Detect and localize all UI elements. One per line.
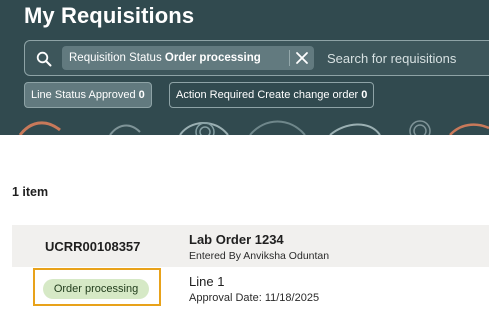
search-input[interactable] — [327, 49, 489, 67]
page-header: My Requisitions Requisition Status Order… — [0, 0, 489, 135]
quick-filter-count: 0 — [361, 89, 368, 101]
quick-filter-action-required[interactable]: Action Required Create change order 0 — [169, 82, 375, 108]
requisition-title[interactable]: Lab Order 1234 — [189, 232, 284, 247]
header-decoration — [18, 120, 489, 135]
approval-date: Approval Date: 11/18/2025 — [189, 292, 320, 304]
quick-filter-count: 0 — [138, 89, 145, 101]
search-bar[interactable]: Requisition Status Order processing — [24, 40, 489, 76]
chip-divider — [289, 50, 290, 66]
quick-filter-label: Action Required Create change order — [176, 89, 359, 101]
requisition-number[interactable]: UCRR00108357 — [45, 239, 140, 254]
status-badge: Order processing — [43, 279, 149, 299]
close-icon[interactable] — [295, 51, 309, 65]
quick-filter-line-status-approved[interactable]: Line Status Approved 0 — [24, 82, 152, 108]
filter-chip-value: Order processing — [164, 52, 261, 64]
quick-filter-label: Line Status Approved — [31, 89, 136, 101]
filter-chip-label-group: Requisition Status Order processing — [69, 52, 261, 64]
line-label[interactable]: Line 1 — [189, 274, 224, 289]
page-title: My Requisitions — [24, 3, 195, 28]
search-icon[interactable] — [36, 51, 52, 67]
results-count: 1 item — [12, 185, 49, 199]
filter-chip-requisition-status[interactable]: Requisition Status Order processing — [62, 46, 314, 70]
entered-by: Entered By Anviksha Oduntan — [189, 250, 330, 262]
filter-chip-label: Requisition Status — [69, 52, 162, 64]
